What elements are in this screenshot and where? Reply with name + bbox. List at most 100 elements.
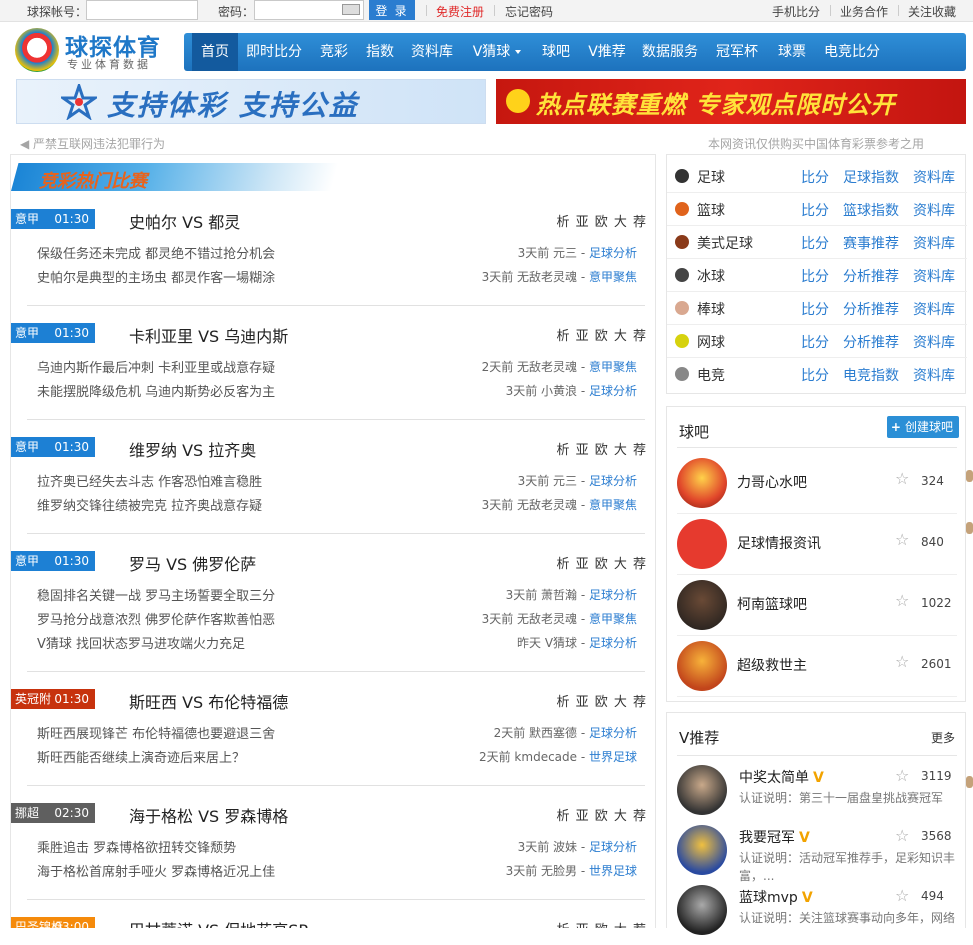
nav-forum[interactable]: 球吧	[536, 33, 576, 71]
sport-name[interactable]: 棒球	[697, 299, 725, 319]
sport-name[interactable]: 冰球	[697, 266, 725, 286]
nav-database[interactable]: 资料库	[406, 33, 458, 71]
forum-name[interactable]: 力哥心水吧	[737, 472, 807, 492]
sport-database-link[interactable]: 资料库	[913, 167, 955, 187]
sport-score-link[interactable]: 比分	[801, 365, 829, 385]
news-category[interactable]: 足球分析	[589, 840, 637, 854]
news-category[interactable]: 意甲聚焦	[589, 270, 637, 284]
news-title[interactable]: 拉齐奥已经失去斗志 作客恐怕难言稳胜	[37, 471, 262, 490]
league-tag[interactable]: 意甲 01:30	[11, 551, 95, 571]
news-title[interactable]: 海于格松首席射手哑火 罗森博格近况上佳	[37, 861, 275, 880]
news-title[interactable]: 维罗纳交锋往绩被完克 拉齐奥战意存疑	[37, 495, 262, 514]
match-links[interactable]: 析 亚 欧 大 荐	[556, 919, 646, 928]
sport-name[interactable]: 电竞	[697, 365, 725, 385]
sport-score-link[interactable]: 比分	[801, 299, 829, 319]
news-title[interactable]: 罗马抢分战意浓烈 佛罗伦萨作客欺善怕恶	[37, 609, 275, 628]
expert-name[interactable]: 中奖太简单	[739, 770, 809, 786]
news-title[interactable]: 保级任务还未完成 都灵绝不错过抢分机会	[37, 243, 275, 262]
league-tag[interactable]: 意甲 01:30	[11, 437, 95, 457]
expert-item[interactable]: 蓝球mvp V 认证说明：关注篮球赛事动向多年，网络 ☆ 494	[677, 885, 957, 945]
forum-avatar[interactable]	[677, 580, 727, 630]
news-title[interactable]: 史帕尔是典型的主场虫 都灵作客一場糊涂	[37, 267, 275, 286]
sport-database-link[interactable]: 资料库	[913, 266, 955, 286]
sport-index-link[interactable]: 分析推荐	[843, 299, 899, 319]
match-links[interactable]: 析 亚 欧 大 荐	[556, 325, 646, 344]
news-category[interactable]: 足球分析	[589, 588, 637, 602]
sport-score-link[interactable]: 比分	[801, 167, 829, 187]
news-category[interactable]: 足球分析	[589, 636, 637, 650]
news-category[interactable]: 意甲聚焦	[589, 498, 637, 512]
banner-support-lottery[interactable]: 支持体彩 支持公益	[16, 79, 486, 124]
match-teams[interactable]: 海于格松 VS 罗森博格	[129, 803, 288, 827]
star-icon[interactable]: ☆	[895, 826, 909, 845]
star-icon[interactable]: ☆	[895, 593, 911, 609]
sport-index-link[interactable]: 分析推荐	[843, 332, 899, 352]
news-title[interactable]: 乌迪内斯作最后冲刺 卡利亚里或战意存疑	[37, 357, 275, 376]
nav-tickets[interactable]: 球票	[772, 33, 812, 71]
sport-index-link[interactable]: 赛事推荐	[843, 233, 899, 253]
create-forum-button[interactable]: + 创建球吧	[886, 416, 959, 438]
star-icon[interactable]: ☆	[895, 886, 909, 905]
nav-vguess[interactable]: V猜球	[466, 33, 528, 71]
sport-name[interactable]: 网球	[697, 332, 725, 352]
register-link[interactable]: 免费注册	[436, 3, 484, 20]
business-link[interactable]: 业务合作	[840, 3, 888, 20]
match-links[interactable]: 析 亚 欧 大 荐	[556, 805, 646, 824]
league-tag[interactable]: 意甲 01:30	[11, 209, 95, 229]
news-title[interactable]: 稳固排名关键一战 罗马主场誓要全取三分	[37, 585, 275, 604]
news-title[interactable]: 斯旺西展现锋芒 布伦特福德也要避退三舍	[37, 723, 275, 742]
site-logo[interactable]: 球探体育 专业体育数据	[15, 28, 185, 72]
news-title[interactable]: V猜球 找回状态罗马进攻端火力充足	[37, 633, 245, 652]
forgot-password-link[interactable]: 忘记密码	[505, 3, 553, 20]
league-tag[interactable]: 意甲 01:30	[11, 323, 95, 343]
match-teams[interactable]: 罗马 VS 佛罗伦萨	[129, 551, 256, 575]
forum-name[interactable]: 足球情报资讯	[737, 533, 821, 553]
sport-index-link[interactable]: 电竞指数	[843, 365, 899, 385]
sport-score-link[interactable]: 比分	[801, 266, 829, 286]
match-teams[interactable]: 卡利亚里 VS 乌迪内斯	[129, 323, 288, 347]
login-button[interactable]: 登 录	[369, 0, 415, 20]
league-tag[interactable]: 英冠附 01:30	[11, 689, 95, 709]
mobile-score-link[interactable]: 手机比分	[772, 3, 820, 20]
sport-database-link[interactable]: 资料库	[913, 233, 955, 253]
nav-home[interactable]: 首页	[192, 33, 238, 71]
sport-name[interactable]: 篮球	[697, 200, 725, 220]
sport-database-link[interactable]: 资料库	[913, 365, 955, 385]
news-title[interactable]: 斯旺西能否继续上演奇迹后来居上？	[37, 747, 245, 766]
expert-item[interactable]: 我要冠军 V 认证说明：活动冠军推荐手，足彩知识丰富，... ☆ 3568	[677, 825, 957, 885]
more-link[interactable]: 更多	[931, 729, 955, 746]
forum-avatar[interactable]	[677, 458, 727, 508]
nav-odds[interactable]: 指数	[360, 33, 400, 71]
news-category[interactable]: 足球分析	[589, 726, 637, 740]
star-icon[interactable]: ☆	[895, 532, 911, 548]
news-category[interactable]: 世界足球	[589, 864, 637, 878]
expert-name[interactable]: 蓝球mvp	[739, 890, 798, 906]
match-teams[interactable]: 巴甘蒂诺 VS 保地花高SP	[129, 917, 308, 928]
forum-name[interactable]: 柯南篮球吧	[737, 594, 807, 614]
account-input[interactable]	[86, 0, 198, 20]
forum-avatar[interactable]	[677, 641, 727, 691]
news-category[interactable]: 意甲聚焦	[589, 612, 637, 626]
forum-item[interactable]: 足球情报资讯 ☆ 840	[677, 514, 957, 575]
forum-avatar[interactable]	[677, 519, 727, 569]
match-teams[interactable]: 斯旺西 VS 布伦特福德	[129, 689, 288, 713]
news-category[interactable]: 世界足球	[589, 750, 637, 764]
news-title[interactable]: 乘胜追击 罗森博格欲扭转交锋颓势	[37, 837, 236, 856]
sport-score-link[interactable]: 比分	[801, 233, 829, 253]
league-tag[interactable]: 巴圣锦标 03:00	[11, 917, 95, 928]
sport-index-link[interactable]: 足球指数	[843, 167, 899, 187]
forum-item[interactable]: 柯南篮球吧 ☆ 1022	[677, 575, 957, 636]
match-links[interactable]: 析 亚 欧 大 荐	[556, 211, 646, 230]
sport-database-link[interactable]: 资料库	[913, 299, 955, 319]
star-icon[interactable]: ☆	[895, 654, 911, 670]
keyboard-icon[interactable]	[342, 4, 360, 15]
sport-name[interactable]: 足球	[697, 167, 725, 187]
expert-item[interactable]: 中奖太简单 V 认证说明：第三十一届盘皇挑战赛冠军 ☆ 3119	[677, 765, 957, 825]
sport-name[interactable]: 美式足球	[697, 233, 753, 253]
match-links[interactable]: 析 亚 欧 大 荐	[556, 439, 646, 458]
forum-name[interactable]: 超级救世主	[737, 655, 807, 675]
follow-link[interactable]: 关注收藏	[908, 3, 956, 20]
match-teams[interactable]: 史帕尔 VS 都灵	[129, 209, 240, 233]
sport-index-link[interactable]: 篮球指数	[843, 200, 899, 220]
banner-hot-league[interactable]: 热点联赛重燃 专家观点限时公开	[496, 79, 966, 124]
